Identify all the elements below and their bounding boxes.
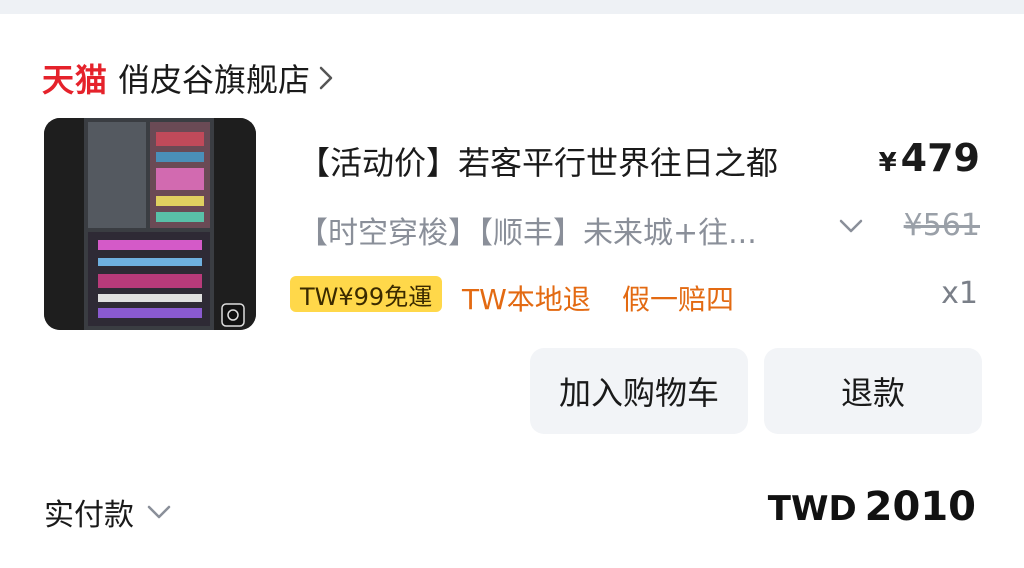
chevron-down-icon[interactable] [838,218,864,238]
total-currency: TWD [767,489,857,529]
guarantee-tag: 假一赔四 [622,283,735,316]
original-price: ¥561 [903,208,980,243]
product-image[interactable] [44,118,256,330]
price-value: 479 [900,136,980,180]
total-value: 2010 [864,484,976,530]
refund-button[interactable]: 退款 [764,348,982,434]
return-tag: TW本地退 [462,283,591,316]
total-amount: TWD 2010 [768,484,976,530]
store-header[interactable]: 天猫 俏皮谷旗舰店 [42,55,334,101]
chevron-down-icon[interactable] [146,504,172,520]
store-name[interactable]: 俏皮谷旗舰店 [118,55,310,101]
tmall-logo: 天猫 [42,61,109,99]
shipping-badge: TW¥99免運 [290,276,443,312]
quantity: x1 [941,276,978,311]
product-title[interactable]: 【活动价】若客平行世界往日之都 [298,138,778,184]
top-strip [0,0,1024,14]
product-price: ¥ 479 [879,136,980,180]
chevron-right-icon[interactable] [318,65,334,91]
product-variant[interactable]: 【时空穿梭】【顺丰】未来城+往... [298,208,757,252]
paid-label: 实付款 [44,498,134,533]
price-currency: ¥ [878,148,897,178]
payment-row[interactable]: 实付款 [44,490,172,534]
add-to-cart-button[interactable]: 加入购物车 [530,348,748,434]
